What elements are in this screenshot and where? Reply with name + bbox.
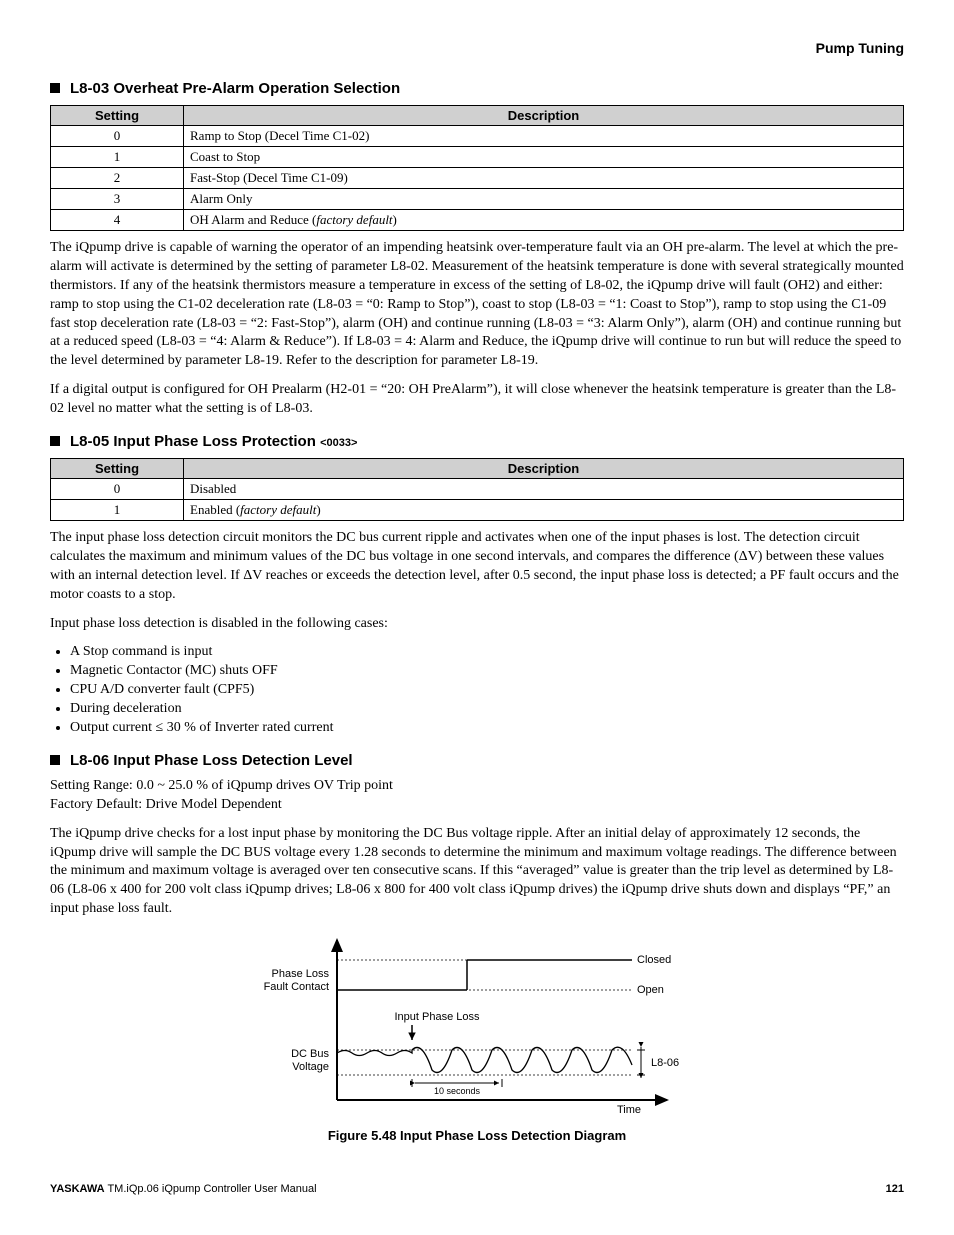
cell-desc: Coast to Stop: [184, 147, 904, 168]
label-fault-contact: Fault Contact: [264, 981, 329, 993]
label-l8-06: L8-06: [651, 1057, 679, 1069]
list-item: CPU A/D converter fault (CPF5): [70, 681, 904, 700]
table-row: 0 Ramp to Stop (Decel Time C1-02): [51, 126, 904, 147]
paragraph-l8-05-b: Input phase loss detection is disabled i…: [50, 615, 904, 634]
th-setting: Setting: [51, 459, 184, 479]
table-row: 4 OH Alarm and Reduce (factory default): [51, 210, 904, 231]
cell-desc: OH Alarm and Reduce (factory default): [184, 210, 904, 231]
footer-brand: YASKAWA: [50, 1183, 105, 1195]
square-bullet-icon: [50, 755, 60, 765]
paragraph-l8-03-b: If a digital output is configured for OH…: [50, 381, 904, 419]
cell-setting: 0: [51, 479, 184, 500]
heading-l8-03-text: L8-03 Overheat Pre-Alarm Operation Selec…: [70, 80, 400, 97]
paragraph-l8-05-a: The input phase loss detection circuit m…: [50, 529, 904, 605]
table-row: 2 Fast-Stop (Decel Time C1-09): [51, 168, 904, 189]
input-phase-loss-diagram-icon: Closed Open Phase Loss Fault Contact Inp…: [237, 935, 717, 1115]
cell-setting: 2: [51, 168, 184, 189]
heading-l8-06: L8-06 Input Phase Loss Detection Level: [50, 752, 904, 769]
table-row: 1 Enabled (factory default): [51, 500, 904, 521]
figure-5-48: Closed Open Phase Loss Fault Contact Inp…: [50, 935, 904, 1143]
label-phase-loss: Phase Loss: [272, 968, 330, 980]
heading-l8-05-text: L8-05 Input Phase Loss Protection: [70, 433, 316, 450]
footer-page-number: 121: [886, 1183, 904, 1195]
label-closed: Closed: [637, 954, 671, 966]
heading-l8-06-text: L8-06 Input Phase Loss Detection Level: [70, 752, 353, 769]
list-item: During deceleration: [70, 700, 904, 719]
cell-setting: 3: [51, 189, 184, 210]
label-input-phase-loss: Input Phase Loss: [394, 1011, 480, 1023]
cell-setting: 1: [51, 500, 184, 521]
table-l8-03: Setting Description 0 Ramp to Stop (Dece…: [50, 105, 904, 231]
cell-desc: Fast-Stop (Decel Time C1-09): [184, 168, 904, 189]
footer-manual: TM.iQp.06 iQpump Controller User Manual: [105, 1183, 317, 1195]
page-header: Pump Tuning: [50, 40, 904, 56]
cell-desc: Enabled (factory default): [184, 500, 904, 521]
label-open: Open: [637, 984, 664, 996]
label-dc-bus: DC Bus: [291, 1048, 329, 1060]
bullet-list-l8-05: A Stop command is input Magnetic Contact…: [56, 643, 904, 737]
table-row: 3 Alarm Only: [51, 189, 904, 210]
table-row: 1 Coast to Stop: [51, 147, 904, 168]
cell-setting: 4: [51, 210, 184, 231]
table-l8-05: Setting Description 0 Disabled 1 Enabled…: [50, 458, 904, 521]
paragraph-l8-06-a: The iQpump drive checks for a lost input…: [50, 825, 904, 919]
cell-setting: 0: [51, 126, 184, 147]
square-bullet-icon: [50, 436, 60, 446]
th-setting: Setting: [51, 106, 184, 126]
cell-desc: Disabled: [184, 479, 904, 500]
list-item: Output current ≤ 30 % of Inverter rated …: [70, 719, 904, 738]
setting-range: Setting Range: 0.0 ~ 25.0 % of iQpump dr…: [50, 777, 904, 796]
list-item: A Stop command is input: [70, 643, 904, 662]
th-description: Description: [184, 106, 904, 126]
th-description: Description: [184, 459, 904, 479]
label-10-seconds: 10 seconds: [434, 1086, 481, 1096]
label-time: Time: [617, 1104, 641, 1115]
label-voltage: Voltage: [292, 1061, 329, 1073]
factory-default: Factory Default: Drive Model Dependent: [50, 796, 904, 815]
heading-l8-05-code: <0033>: [320, 437, 357, 449]
table-row: 0 Disabled: [51, 479, 904, 500]
paragraph-l8-03-a: The iQpump drive is capable of warning t…: [50, 239, 904, 371]
cell-desc: Alarm Only: [184, 189, 904, 210]
list-item: Magnetic Contactor (MC) shuts OFF: [70, 662, 904, 681]
square-bullet-icon: [50, 83, 60, 93]
figure-caption: Figure 5.48 Input Phase Loss Detection D…: [50, 1128, 904, 1143]
heading-l8-05: L8-05 Input Phase Loss Protection <0033>: [50, 433, 904, 450]
page-footer: YASKAWA TM.iQp.06 iQpump Controller User…: [50, 1183, 904, 1195]
cell-setting: 1: [51, 147, 184, 168]
heading-l8-03: L8-03 Overheat Pre-Alarm Operation Selec…: [50, 80, 904, 97]
cell-desc: Ramp to Stop (Decel Time C1-02): [184, 126, 904, 147]
footer-left: YASKAWA TM.iQp.06 iQpump Controller User…: [50, 1183, 317, 1195]
